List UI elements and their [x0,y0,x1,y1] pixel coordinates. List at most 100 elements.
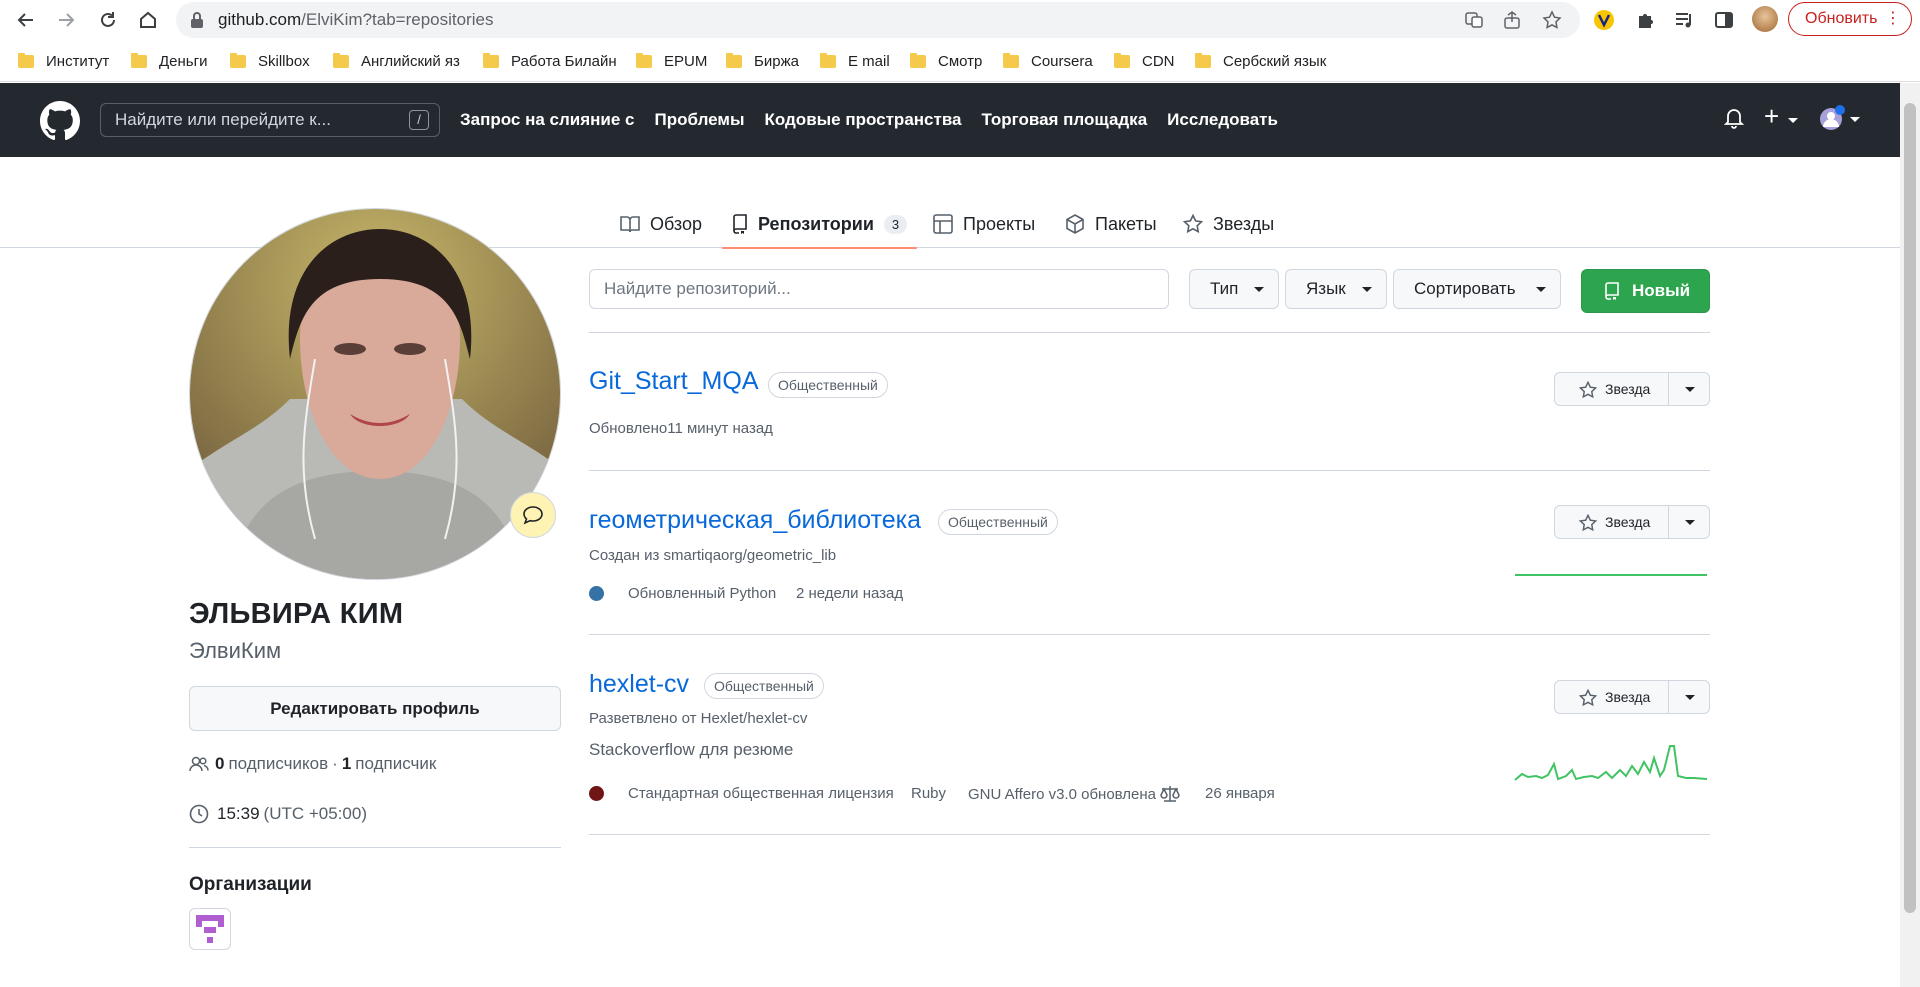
list-divider [589,470,1710,471]
repo-license[interactable]: GNU Affero v3.0 обновлена [968,785,1180,803]
global-search-input[interactable]: Найдите или перейдите к... / [100,103,440,137]
edit-profile-button[interactable]: Редактировать профиль [189,686,561,731]
organizations-title: Организации [189,874,312,895]
repo-updated: Обновлено11 минут назад [589,420,773,437]
repo-name-link[interactable]: hexlet-cv [589,670,689,699]
nav-issues[interactable]: Проблемы [655,110,745,130]
github-logo-icon[interactable] [40,101,80,141]
bookmarks-bar: Институт Деньги Skillbox Английский яз Р… [0,40,1920,82]
star-button[interactable]: Звезда [1555,373,1669,405]
repo-name-link[interactable]: Git_Start_MQA [589,367,759,396]
language-filter-button[interactable]: Язык [1285,269,1387,309]
bookmark-folder[interactable]: Биржа [726,50,799,72]
following-link[interactable]: 1 подписчик [342,754,436,774]
folder-icon [1195,52,1211,68]
address-bar[interactable]: github.com/ElviKim?tab=repositories [176,2,1580,38]
profile-username: ЭлвиКим [189,638,282,663]
tab-stars[interactable]: Звезды [1183,200,1274,248]
folder-icon [1003,52,1019,68]
followers-link[interactable]: 0 подписчиков [215,754,328,774]
caret-down-icon [1685,520,1695,525]
star-list-dropdown[interactable] [1669,681,1709,713]
tab-packages[interactable]: Пакеты [1065,200,1157,248]
bookmark-folder[interactable]: Институт [18,50,109,72]
share-icon[interactable] [1502,10,1522,30]
star-button[interactable]: Звезда [1555,681,1669,713]
caret-down-icon [1362,287,1372,292]
new-repository-button[interactable]: Новый [1581,269,1710,313]
bookmark-folder[interactable]: CDN [1114,50,1175,72]
lock-icon [191,12,203,28]
folder-icon [1114,52,1130,68]
folder-icon [230,52,246,68]
sidebar-divider [189,847,561,848]
repository-search-input[interactable]: Найдите репозиторий... [589,269,1169,309]
scrollbar-thumb[interactable] [1904,103,1916,913]
nav-codespaces[interactable]: Кодовые пространства [764,110,961,130]
star-button-group: Звезда [1554,680,1710,714]
bookmark-folder[interactable]: Смотр [910,50,982,72]
nav-explore[interactable]: Исследовать [1167,110,1278,130]
extension-v-icon[interactable] [1590,6,1618,34]
profile-avatar[interactable] [189,208,561,580]
folder-icon [726,52,742,68]
user-menu[interactable] [1818,105,1862,131]
bookmark-folder[interactable]: Skillbox [230,50,310,72]
speech-bubble-icon [523,506,543,525]
translate-icon[interactable] [1464,10,1484,30]
bookmark-folder[interactable]: Английский яз [333,50,460,72]
browser-profile-avatar[interactable] [1752,6,1778,32]
star-button[interactable]: Звезда [1555,506,1669,538]
bookmark-folder[interactable]: Coursera [1003,50,1093,72]
extensions-puzzle-icon[interactable] [1632,6,1660,34]
star-list-dropdown[interactable] [1669,373,1709,405]
tab-projects[interactable]: Проекты [933,200,1035,248]
bookmark-folder[interactable]: EPUM [636,50,707,72]
bookmark-star-icon[interactable] [1542,10,1562,30]
caret-down-icon [1685,695,1695,700]
caret-down-icon [1536,287,1546,292]
reload-icon[interactable] [94,6,122,34]
back-icon[interactable] [12,6,40,34]
more-vertical-icon: ⋮ [1885,10,1901,27]
list-divider [589,634,1710,635]
repo-description: Stackoverflow для резюме [589,740,794,759]
bookmark-folder[interactable]: Работа Билайн [483,50,617,72]
browser-update-button[interactable]: Обновить ⋮ [1788,2,1912,36]
tab-overview[interactable]: Обзор [620,200,702,248]
github-header: Найдите или перейдите к... / Запрос на с… [0,83,1900,157]
bookmark-folder[interactable]: E mail [820,50,890,72]
notifications-bell-icon[interactable] [1724,107,1744,129]
nav-marketplace[interactable]: Торговая площадка [982,110,1148,130]
forward-icon[interactable] [52,6,80,34]
star-list-dropdown[interactable] [1669,506,1709,538]
visibility-badge: Общественный [704,673,824,699]
page-scrollbar[interactable] [1900,83,1920,987]
sort-button[interactable]: Сортировать [1393,269,1561,309]
folder-icon [333,52,349,68]
bookmark-folder[interactable]: Деньги [131,50,207,72]
visibility-badge: Общественный [768,372,888,398]
user-avatar-icon [1820,105,1860,130]
repo-name-link[interactable]: геометрическая_библиотека [589,506,921,535]
nav-pull-requests[interactable]: Запрос на слияние с [460,110,635,130]
status-button[interactable] [510,492,556,538]
repo-source: Создан из smartiqaorg/geometric_lib [589,547,837,564]
local-time-row: 15:39 (UTC +05:00) [189,804,367,824]
home-icon[interactable] [134,6,162,34]
bookmark-folder[interactable]: Сербский язык [1195,50,1326,72]
type-filter-button[interactable]: Тип [1189,269,1279,309]
tab-repositories[interactable]: Репозитории 3 [721,200,918,249]
organization-avatar[interactable] [189,908,231,950]
folder-icon [636,52,652,68]
search-shortcut-hint: / [409,110,429,130]
create-new-menu[interactable]: + [1764,103,1798,130]
media-queue-icon[interactable] [1670,6,1698,34]
activity-sparkline [1514,745,1708,781]
side-panel-icon[interactable] [1710,6,1738,34]
language-color-dot [589,786,604,801]
list-divider [589,332,1710,333]
folder-icon [483,52,499,68]
star-icon [1579,689,1597,707]
folder-icon [18,52,34,68]
